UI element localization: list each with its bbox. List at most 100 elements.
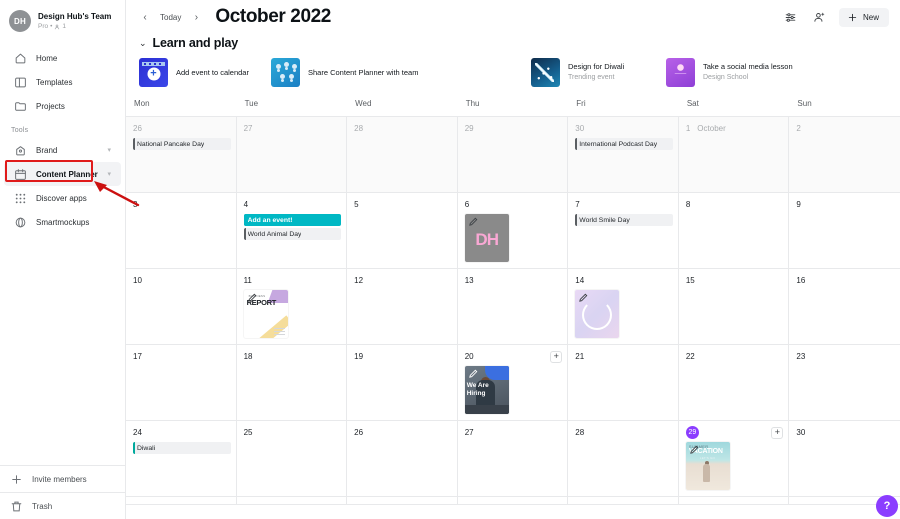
calendar-day-cell[interactable]: 27 (236, 117, 348, 192)
calendar-day-cell[interactable]: 4 Add an event! World Animal Day (237, 193, 348, 268)
day-number: 28 (354, 124, 364, 133)
design-school-thumb (666, 58, 695, 87)
event-label: World Smile Day (579, 216, 630, 224)
calendar-day-cell[interactable]: 27 (458, 421, 569, 496)
calendar-day-cell[interactable]: 10 (126, 269, 237, 344)
calendar-day-cell[interactable]: 18 (237, 345, 348, 420)
card-add-event-to-calendar[interactable]: + Add event to calendar (139, 58, 271, 87)
learn-and-play-header[interactable]: ⌄ Learn and play (126, 32, 900, 52)
calendar-day-cell[interactable]: 30 (789, 421, 900, 496)
calendar-day-cell[interactable]: 1 October (678, 117, 790, 192)
calendar-day-cell[interactable]: 13 (458, 269, 569, 344)
calendar-event-chip[interactable]: Diwali (133, 442, 231, 454)
calendar-day-cell[interactable]: 19 (347, 345, 458, 420)
smartmockups-icon (14, 216, 27, 229)
sidebar-item-content-planner[interactable]: Content Planner ▾ (4, 162, 121, 186)
plus-icon (10, 473, 23, 486)
card-share-content-planner[interactable]: Share Content Planner with team (271, 58, 531, 87)
hiring-design-thumb[interactable]: We Are Hiring (464, 366, 509, 414)
calendar-day-cell[interactable]: 15 (679, 269, 790, 344)
calendar-day-cell[interactable]: 9 (789, 193, 900, 268)
calendar-event-chip[interactable]: Add an event! (243, 214, 342, 226)
sidebar-item-templates[interactable]: Templates (4, 70, 121, 94)
calendar-day-cell[interactable] (237, 497, 348, 504)
invite-members-button[interactable]: Invite members (0, 466, 125, 492)
calendar-day-cell[interactable]: 22 (679, 345, 790, 420)
calendar-day-cell[interactable]: 17 (126, 345, 237, 420)
calendar-day-cell[interactable] (347, 497, 458, 504)
calendar-day-cell[interactable]: 11 BUSINESS REPORT (237, 269, 348, 344)
calendar-day-cell[interactable]: 20 + We Are Hiring (458, 345, 569, 420)
edit-pencil-icon (468, 216, 479, 227)
new-button-label: New (862, 12, 879, 22)
team-plan-label: Pro (38, 22, 49, 30)
calendar-day-cell[interactable] (126, 497, 237, 504)
event-label: National Pancake Day (137, 140, 205, 148)
calendar-event-chip[interactable]: World Smile Day (575, 214, 673, 226)
chevron-down-icon[interactable]: ▾ (107, 171, 111, 178)
calendar-day-cell[interactable]: 30 International Podcast Day (568, 117, 679, 192)
event-label: World Animal Day (247, 230, 302, 238)
next-month-button[interactable]: › (188, 9, 204, 25)
calendar-event-chip[interactable]: International Podcast Day (575, 138, 673, 150)
add-event-button[interactable]: + (771, 426, 784, 439)
calendar-day-cell[interactable]: 14 (568, 269, 679, 344)
calendar-day-cell[interactable]: 5 (347, 193, 458, 268)
chevron-down-icon[interactable]: ⌄ (139, 38, 147, 48)
page-title: October 2022 (215, 6, 331, 27)
sidebar-item-brand[interactable]: Brand ▾ (4, 138, 121, 162)
sidebar-item-smartmockups[interactable]: Smartmockups (4, 210, 121, 234)
calendar-day-cell[interactable]: 26 (347, 421, 458, 496)
learn-and-play-cards: + Add event to calendar Share Content Pl… (126, 52, 900, 95)
calendar-day-cell[interactable] (568, 497, 679, 504)
calendar-day-cell[interactable]: 16 (789, 269, 900, 344)
calendar-day-cell[interactable]: 28 (568, 421, 679, 496)
calendar-day-cell[interactable]: 23 (789, 345, 900, 420)
new-button[interactable]: New (838, 7, 889, 27)
card-subtitle: Trending event (568, 74, 615, 81)
day-number: 14 (575, 276, 585, 285)
card-design-for-diwali[interactable]: Design for Diwali Trending event (531, 58, 666, 87)
calendar-day-cell[interactable]: 2 (789, 117, 900, 192)
today-button[interactable]: Today (153, 10, 188, 25)
calendar-day-cell[interactable]: 29 (457, 117, 569, 192)
prev-month-button[interactable]: ‹ (137, 9, 153, 25)
chevron-down-icon[interactable]: ▾ (107, 147, 111, 154)
calendar-day-cell[interactable]: 7 World Smile Day (568, 193, 679, 268)
calendar-day-cell[interactable]: 26 National Pancake Day (126, 117, 237, 192)
calendar-day-cell[interactable]: 21 (568, 345, 679, 420)
calendar-day-cell[interactable]: 6 DH (458, 193, 569, 268)
add-event-button[interactable]: + (550, 350, 563, 363)
ring-design-thumb[interactable] (575, 290, 620, 338)
calendar-event-chip[interactable]: World Animal Day (243, 228, 342, 240)
calendar-day-cell[interactable] (458, 497, 569, 504)
calendar-day-cell[interactable]: 3 (126, 193, 237, 268)
calendar-day-cell[interactable] (679, 497, 790, 504)
calendar-day-cell[interactable]: 12 (347, 269, 458, 344)
edit-pencil-icon (468, 368, 479, 379)
calendar-day-cell[interactable]: 24 Diwali (126, 421, 237, 496)
day-number: 19 (354, 352, 364, 361)
sidebar-item-templates-label: Templates (36, 77, 73, 87)
sidebar-item-discover-apps[interactable]: Discover apps (4, 186, 121, 210)
day-number: 29 (685, 426, 699, 439)
calendar-event-chip[interactable]: National Pancake Day (133, 138, 231, 150)
share-people-icon[interactable] (810, 7, 830, 27)
calendar-day-cell[interactable]: 8 (679, 193, 790, 268)
report-design-thumb[interactable]: BUSINESS REPORT (243, 290, 288, 338)
trash-button[interactable]: Trash (0, 493, 125, 519)
help-button[interactable]: ? (876, 495, 898, 517)
calendar-day-cell[interactable]: 25 (237, 421, 348, 496)
card-social-media-lesson[interactable]: Take a social media lesson Design School (666, 58, 866, 87)
filter-icon[interactable] (781, 7, 801, 27)
dh-design-thumb[interactable]: DH (464, 214, 509, 262)
day-number: 9 (796, 200, 801, 209)
beach-design-thumb[interactable]: SUMMER VACATION LET'S GO (685, 442, 730, 490)
sidebar-item-projects[interactable]: Projects (4, 94, 121, 118)
sidebar-item-home[interactable]: Home (4, 46, 121, 70)
apps-grid-icon (14, 192, 27, 205)
team-switcher[interactable]: DH Design Hub's Team Pro • 1 (0, 0, 125, 42)
calendar-day-cell[interactable]: 28 (347, 117, 458, 192)
sidebar-item-brand-label: Brand (36, 145, 58, 155)
calendar-day-cell[interactable]: 29 + SUMMER VACATION LET'S GO (679, 421, 790, 496)
